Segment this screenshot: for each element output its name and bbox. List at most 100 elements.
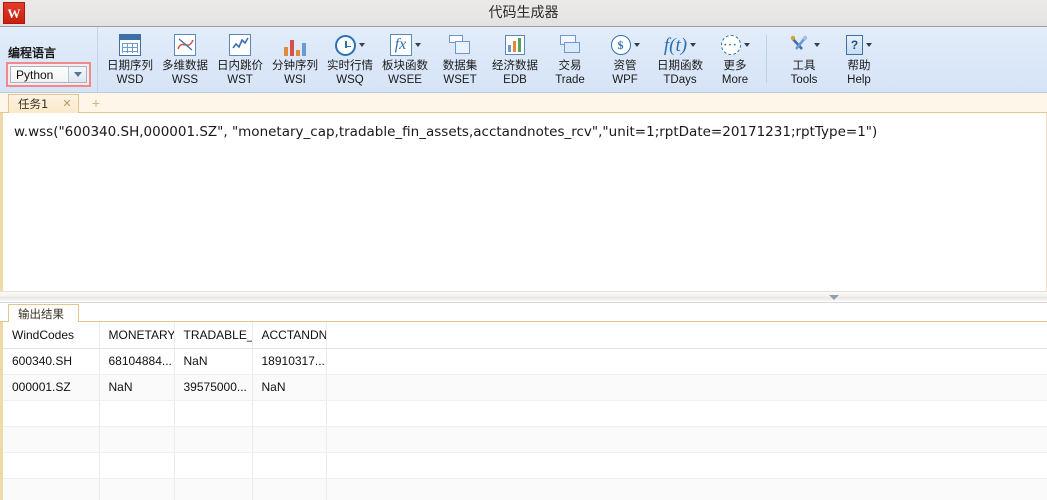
bar-chart-icon <box>266 32 324 58</box>
ribbon-button-label-en: WSET <box>431 73 489 87</box>
language-highlight-box: Python <box>6 62 91 87</box>
ribbon-button-label-cn: 经济数据 <box>486 58 544 72</box>
table-cell-empty[interactable] <box>252 426 326 452</box>
table-row[interactable]: 600340.SH68104884...NaN18910317... <box>3 348 1047 374</box>
ribbon-button-label-en: More <box>706 73 764 87</box>
ribbon-button-wsee[interactable]: fx 板块函数 WSEE <box>376 30 434 90</box>
table-cell-empty[interactable] <box>99 478 174 500</box>
table-cell-empty[interactable] <box>252 478 326 500</box>
table-cell-empty[interactable] <box>99 426 174 452</box>
ribbon-button-label-en: WPF <box>596 73 654 87</box>
table-cell-empty[interactable] <box>174 426 252 452</box>
ribbon-button-label-cn: 数据集 <box>431 58 489 72</box>
table-cell-empty[interactable] <box>252 400 326 426</box>
caret-down-icon[interactable] <box>866 43 872 47</box>
caret-down-icon[interactable] <box>814 43 820 47</box>
caret-down-icon[interactable] <box>415 43 421 47</box>
table-row-empty[interactable] <box>3 400 1047 426</box>
table-cell-empty[interactable] <box>3 400 99 426</box>
output-table: WindCodes MONETARY TRADABLE_F ACCTANDN 6… <box>3 322 1047 500</box>
column-header-windcodes[interactable]: WindCodes <box>3 322 99 348</box>
ribbon-button-wst[interactable]: 日内跳价 WST <box>211 30 269 90</box>
caret-down-icon[interactable] <box>359 43 365 47</box>
ribbon-toolbar: 编程语言 Python 日期序列 WSD <box>0 27 1047 93</box>
table-cell[interactable]: 18910317... <box>252 348 326 374</box>
chevron-down-icon[interactable] <box>68 67 86 82</box>
table-row-empty[interactable] <box>3 478 1047 500</box>
task-tab-1[interactable]: 任务1 ✕ <box>8 94 79 113</box>
table-cell[interactable] <box>326 374 1047 400</box>
add-tab-button[interactable]: + <box>88 95 104 111</box>
table-row-empty[interactable] <box>3 426 1047 452</box>
table-cell-empty[interactable] <box>3 478 99 500</box>
close-icon[interactable]: ✕ <box>62 99 71 110</box>
column-header-tradable[interactable]: TRADABLE_F <box>174 322 252 348</box>
output-grid-wrapper[interactable]: WindCodes MONETARY TRADABLE_F ACCTANDN 6… <box>0 322 1047 500</box>
column-header-blank[interactable] <box>326 322 1047 348</box>
ribbon-button-wsq[interactable]: 实时行情 WSQ <box>321 30 379 90</box>
table-cell-empty[interactable] <box>99 400 174 426</box>
ribbon-button-trade[interactable]: 交易 Trade <box>541 30 599 90</box>
table-cell-empty[interactable] <box>326 478 1047 500</box>
table-row-empty[interactable] <box>3 452 1047 478</box>
column-header-monetary[interactable]: MONETARY <box>99 322 174 348</box>
ribbon-button-wsi[interactable]: 分钟序列 WSI <box>266 30 324 90</box>
table-cell[interactable]: NaN <box>252 374 326 400</box>
ribbon-button-edb[interactable]: 经济数据 EDB <box>486 30 544 90</box>
column-header-acctandn[interactable]: ACCTANDN <box>252 322 326 348</box>
table-cell-empty[interactable] <box>326 426 1047 452</box>
language-group: 编程语言 Python <box>0 27 98 92</box>
ribbon-button-wss[interactable]: 多维数据 WSS <box>156 30 214 90</box>
table-cell[interactable]: 600340.SH <box>3 348 99 374</box>
window-title: 代码生成器 <box>0 0 1047 27</box>
table-cell-empty[interactable] <box>174 400 252 426</box>
table-head: WindCodes MONETARY TRADABLE_F ACCTANDN <box>3 322 1047 348</box>
language-label: 编程语言 <box>8 44 56 61</box>
table-cell-empty[interactable] <box>174 452 252 478</box>
ribbon-button-label-cn: 更多 <box>706 58 764 72</box>
ribbon-button-wsd[interactable]: 日期序列 WSD <box>101 30 159 90</box>
panel-splitter[interactable] <box>0 291 1047 303</box>
ribbon-button-label-cn: 交易 <box>541 58 599 72</box>
table-header-row: WindCodes MONETARY TRADABLE_F ACCTANDN <box>3 322 1047 348</box>
ribbon-button-tdays[interactable]: f(t) 日期函数 TDays <box>651 30 709 90</box>
table-cell-empty[interactable] <box>99 452 174 478</box>
fx-italic-icon: f(t) <box>651 32 709 58</box>
ribbon-button-label-en: WSD <box>101 73 159 87</box>
ribbon-button-help[interactable]: ? 帮助 Help <box>830 30 888 90</box>
ribbon-button-list: 日期序列 WSD 多维数据 WSS <box>99 27 1047 92</box>
ribbon-button-label-en: WSS <box>156 73 214 87</box>
table-cell[interactable]: NaN <box>174 348 252 374</box>
ribbon-button-label-en: WSEE <box>376 73 434 87</box>
table-cell[interactable]: 68104884... <box>99 348 174 374</box>
table-cell-empty[interactable] <box>326 452 1047 478</box>
table-cell-empty[interactable] <box>174 478 252 500</box>
language-select[interactable]: Python <box>10 66 87 83</box>
ribbon-button-more[interactable]: ··· 更多 More <box>706 30 764 90</box>
table-cell[interactable]: NaN <box>99 374 174 400</box>
ribbon-button-label-cn: 分钟序列 <box>266 58 324 72</box>
title-bar: W 代码生成器 <box>0 0 1047 27</box>
ribbon-button-label-en: WSI <box>266 73 324 87</box>
table-row[interactable]: 000001.SZNaN39575000...NaN <box>3 374 1047 400</box>
language-selected-value: Python <box>11 68 53 82</box>
output-tab-results[interactable]: 输出结果 <box>8 304 79 322</box>
table-cell-empty[interactable] <box>326 400 1047 426</box>
table-cell-empty[interactable] <box>3 452 99 478</box>
table-cell[interactable]: 39575000... <box>174 374 252 400</box>
caret-down-icon[interactable] <box>634 43 640 47</box>
ribbon-button-label-cn: 日内跳价 <box>211 58 269 72</box>
table-cell-empty[interactable] <box>252 452 326 478</box>
code-editor[interactable]: w.wss("600340.SH,000001.SZ", "monetary_c… <box>0 113 1047 291</box>
collapse-down-icon[interactable] <box>826 293 842 302</box>
table-cell[interactable] <box>326 348 1047 374</box>
table-cell[interactable]: 000001.SZ <box>3 374 99 400</box>
ribbon-button-label-cn: 日期函数 <box>651 58 709 72</box>
ribbon-button-wpf[interactable]: $ 资管 WPF <box>596 30 654 90</box>
caret-down-icon[interactable] <box>744 43 750 47</box>
caret-down-icon[interactable] <box>690 43 696 47</box>
ribbon-button-wset[interactable]: 数据集 WSET <box>431 30 489 90</box>
ribbon-button-tools[interactable]: 工具 Tools <box>775 30 833 90</box>
econ-data-icon <box>486 32 544 58</box>
table-cell-empty[interactable] <box>3 426 99 452</box>
